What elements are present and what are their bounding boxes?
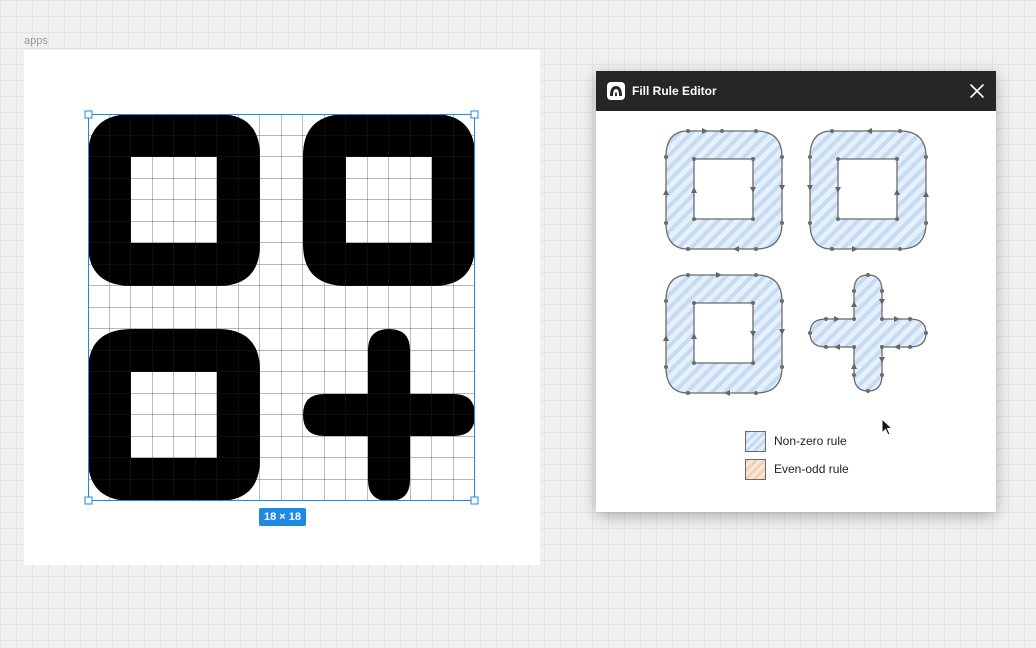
diagram-shape-bottom-left bbox=[663, 272, 785, 396]
resize-handle-se[interactable] bbox=[470, 496, 479, 505]
dialog-title: Fill Rule Editor bbox=[632, 84, 717, 98]
evenodd-swatch bbox=[745, 459, 766, 480]
mouse-cursor-icon bbox=[881, 418, 894, 436]
fill-rule-diagram bbox=[663, 128, 929, 396]
diagram-shape-top-right bbox=[807, 128, 929, 252]
dialog-titlebar[interactable]: Fill Rule Editor bbox=[596, 71, 996, 111]
evenodd-label: Even-odd rule bbox=[774, 462, 849, 476]
pixel-grid bbox=[88, 114, 475, 501]
apps-icon[interactable] bbox=[88, 114, 475, 501]
resize-handle-ne[interactable] bbox=[470, 110, 479, 119]
diagram-shape-top-left bbox=[663, 128, 785, 252]
resize-handle-sw[interactable] bbox=[84, 496, 93, 505]
close-icon[interactable] bbox=[966, 80, 988, 102]
selection-size-badge: 18 × 18 bbox=[259, 508, 307, 526]
nonzero-swatch bbox=[745, 431, 766, 452]
resize-handle-nw[interactable] bbox=[84, 110, 93, 119]
fill-rule-editor-dialog: Fill Rule Editor Non-zero rule Even-odd … bbox=[596, 71, 996, 512]
fill-rule-app-icon bbox=[607, 82, 625, 100]
apps-icon-canvas[interactable] bbox=[24, 50, 540, 565]
nonzero-label: Non-zero rule bbox=[774, 434, 847, 448]
artboard-frame[interactable] bbox=[24, 50, 540, 565]
diagram-shape-plus bbox=[808, 273, 928, 393]
frame-label: apps bbox=[24, 35, 48, 47]
